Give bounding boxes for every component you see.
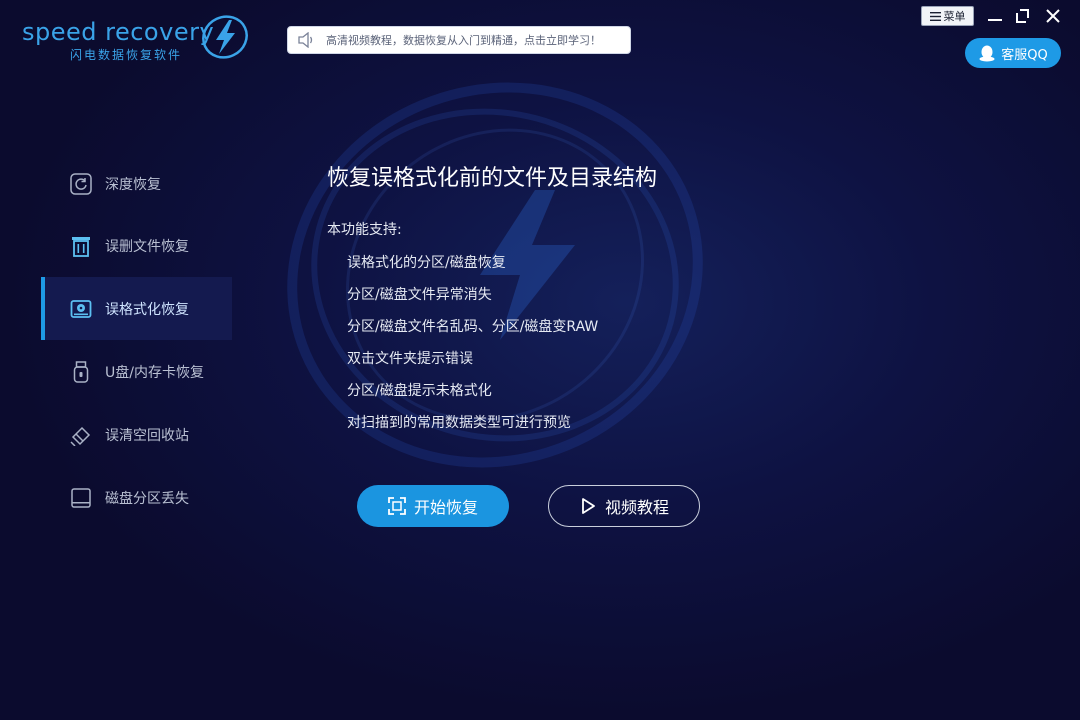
menu-button[interactable]: 菜单 [921,6,974,26]
qq-support-label: 客服QQ [1001,47,1048,63]
feature-item: 分区/磁盘文件名乱码、分区/磁盘变RAW [347,319,599,335]
feature-item: 分区/磁盘提示未格式化 [347,383,492,399]
sidebar-item-label: 误格式化恢复 [105,301,189,318]
qq-penguin-icon [979,45,995,62]
menu-label: 菜单 [943,10,966,23]
feature-item: 双击文件夹提示错误 [347,351,473,367]
close-icon [1046,9,1060,23]
sidebar-item-recycle-bin-recovery[interactable]: 误清空回收站 [41,403,232,466]
sidebar-item-label: 误删文件恢复 [105,238,189,255]
sidebar-item-deleted-file-recovery[interactable]: 误删文件恢复 [41,214,232,277]
support-label: 本功能支持: [327,222,402,238]
sidebar-item-deep-recovery[interactable]: 深度恢复 [41,152,232,215]
sidebar-item-partition-loss[interactable]: 磁盘分区丢失 [41,466,232,529]
background-swirl [232,24,758,526]
feature-item: 误格式化的分区/磁盘恢复 [347,255,506,271]
app-window: speed recovery 闪电数据恢复软件 高清视频教程，数据恢复从入门到精… [0,0,1080,720]
usb-icon [69,360,93,384]
video-tutorial-label: 视频教程 [604,498,669,517]
deep-scan-icon [69,172,93,196]
maximize-icon [1016,9,1029,23]
start-recovery-button[interactable]: 开始恢复 [357,485,509,527]
feature-item: 分区/磁盘文件异常消失 [347,287,492,303]
speaker-icon [296,31,316,49]
sidebar-item-label: 磁盘分区丢失 [105,490,189,507]
brand-subtitle: 闪电数据恢复软件 [70,48,183,62]
maximize-button[interactable] [1010,5,1034,27]
close-button[interactable] [1041,5,1065,27]
sidebar-item-usb-card-recovery[interactable]: U盘/内存卡恢复 [41,340,232,403]
video-tutorial-button[interactable]: 视频教程 [548,485,700,527]
page-title: 恢复误格式化前的文件及目录结构 [327,166,658,191]
lightning-logo-icon [202,15,248,59]
partition-icon [69,486,93,510]
sidebar-item-label: 误清空回收站 [105,427,189,444]
notice-text: 高清视频教程，数据恢复从入门到精通，点击立即学习！ [326,34,601,47]
scan-icon [388,497,406,515]
sidebar-item-format-recovery[interactable]: 误格式化恢复 [41,277,232,340]
sidebar-item-label: 深度恢复 [105,176,161,193]
start-recovery-label: 开始恢复 [413,498,478,517]
play-icon [582,498,595,514]
brand-logo: speed recovery 闪电数据恢复软件 [22,12,252,67]
feature-item: 对扫描到的常用数据类型可进行预览 [347,415,571,431]
brand-name: speed recovery [22,18,215,46]
minimize-icon [988,19,1002,21]
eraser-icon [69,423,93,447]
notice-bar[interactable]: 高清视频教程，数据恢复从入门到精通，点击立即学习！ [287,26,631,54]
menu-icon [929,11,941,21]
qq-support-button[interactable]: 客服QQ [965,38,1061,68]
minimize-button[interactable] [983,5,1007,27]
disk-format-icon [69,297,93,321]
trash-icon [69,234,93,258]
sidebar-item-label: U盘/内存卡恢复 [105,364,204,381]
